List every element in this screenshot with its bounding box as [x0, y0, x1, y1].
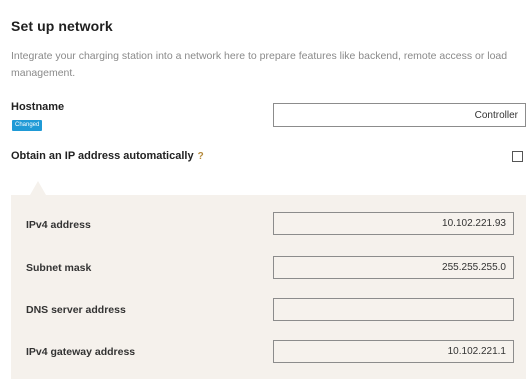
subnet-mask-input[interactable] — [273, 256, 514, 279]
auto-ip-checkbox[interactable] — [512, 151, 523, 162]
auto-ip-label-text: Obtain an IP address automatically — [11, 150, 194, 162]
subnet-mask-label: Subnet mask — [26, 262, 92, 274]
ipv4-address-input[interactable] — [273, 212, 514, 235]
hostname-label: Hostname — [11, 101, 65, 113]
panel-pointer — [30, 181, 46, 195]
ipv4-gateway-label: IPv4 gateway address — [26, 346, 136, 358]
auto-ip-label: Obtain an IP address automatically? — [11, 150, 204, 162]
hostname-input[interactable] — [273, 103, 526, 127]
page-description: Integrate your charging station into a n… — [11, 50, 508, 79]
changed-badge: Changed — [12, 120, 43, 131]
help-icon[interactable]: ? — [198, 151, 204, 162]
dns-server-input[interactable] — [273, 298, 514, 321]
ipv4-gateway-input[interactable] — [273, 340, 514, 363]
ipv4-address-label: IPv4 address — [26, 219, 91, 231]
dns-server-label: DNS server address — [26, 304, 126, 316]
page-title: Set up network — [11, 18, 113, 34]
